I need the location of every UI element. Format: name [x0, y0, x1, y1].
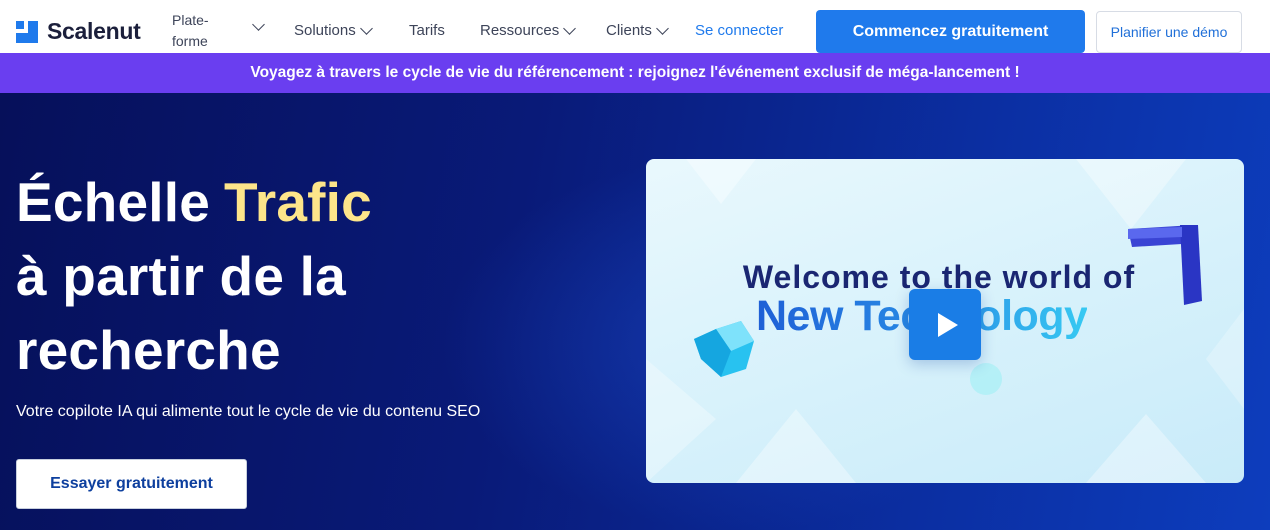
chevron-down-icon: [252, 18, 265, 31]
play-icon: [937, 312, 958, 337]
nav-item-platform[interactable]: Plate-forme: [172, 10, 232, 52]
banner-text: Voyagez à travers le cycle de vie du réf…: [250, 64, 1020, 81]
start-free-button[interactable]: Commencez gratuitement: [816, 10, 1085, 53]
headline-line-2: à partir de la: [16, 245, 346, 307]
chevron-down-icon: [655, 21, 669, 35]
nav-item-pricing[interactable]: Tarifs: [409, 22, 445, 39]
hero-headline: Échelle Trafic à partir de la recherche: [16, 165, 372, 387]
play-button[interactable]: [909, 289, 981, 360]
hero-subtitle: Votre copilote IA qui alimente tout le c…: [16, 403, 481, 420]
chevron-down-icon: [359, 21, 373, 35]
gem-decoration: [694, 321, 754, 377]
chevron-down-icon: [563, 21, 577, 35]
nav-item-solutions[interactable]: Solutions: [294, 21, 373, 39]
signin-link[interactable]: Se connecter: [695, 22, 783, 39]
nav-item-clients[interactable]: Clients: [606, 21, 669, 39]
video-card[interactable]: Welcome to the world of New Technology: [646, 159, 1244, 483]
try-free-button[interactable]: Essayer gratuitement: [16, 459, 247, 509]
schedule-demo-button[interactable]: Planifier une démo: [1096, 11, 1242, 53]
scalenut-logo-icon: [16, 20, 38, 43]
nav-item-label: Ressources: [480, 22, 560, 39]
top-nav: Scalenut Plate-forme Solutions Tarifs Re…: [0, 0, 1270, 53]
nav-item-resources[interactable]: Ressources: [480, 21, 577, 39]
headline-word: Échelle: [16, 171, 211, 233]
headline-highlight: Trafic: [224, 171, 372, 233]
hero-section: Échelle Trafic à partir de la recherche V…: [0, 93, 1270, 530]
headline-line-3: recherche: [16, 319, 281, 381]
nav-item-label: Clients: [606, 22, 652, 39]
brand-logo[interactable]: Scalenut: [16, 18, 141, 45]
announcement-banner[interactable]: Voyagez à travers le cycle de vie du réf…: [0, 53, 1270, 93]
nav-item-label: Tarifs: [409, 22, 445, 39]
brand-name: Scalenut: [47, 18, 141, 44]
nav-item-label: Solutions: [294, 22, 356, 39]
